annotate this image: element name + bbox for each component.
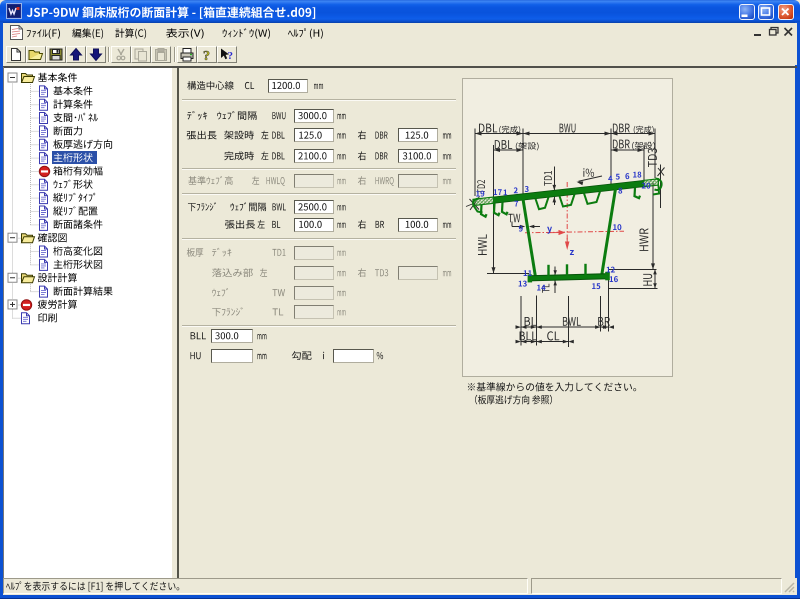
svg-text:?: ? (228, 50, 234, 62)
svg-text:?: ? (203, 49, 210, 62)
